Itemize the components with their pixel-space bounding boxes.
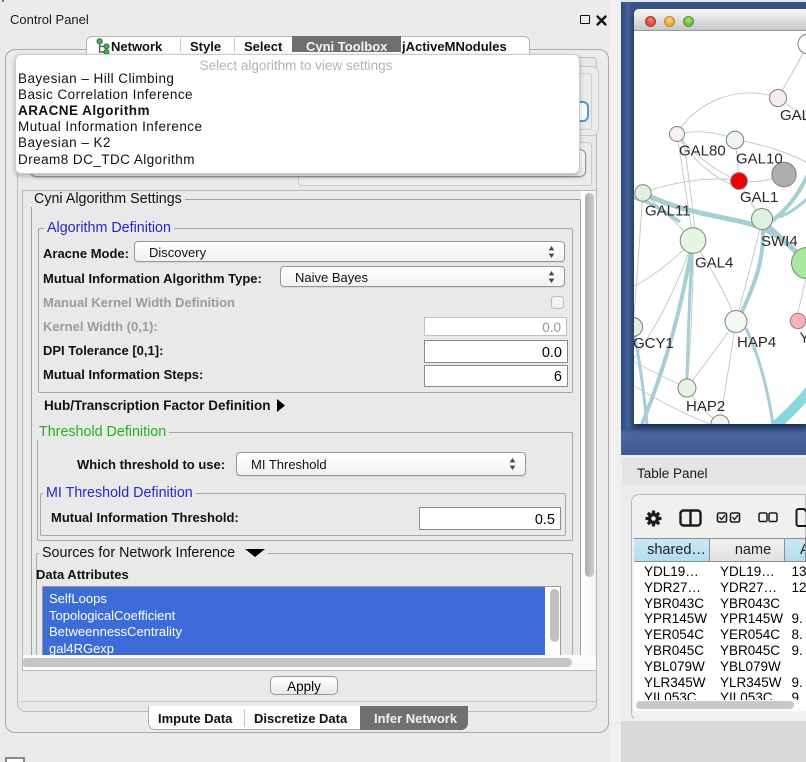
svg-text:GCY1: GCY1 (634, 335, 674, 352)
svg-text:GAL2: GAL2 (780, 107, 806, 124)
svg-text:GAL10: GAL10 (736, 151, 783, 168)
svg-text:HAP4: HAP4 (737, 334, 776, 351)
svg-text:GAL11: GAL11 (645, 203, 691, 220)
svg-text:GAL80: GAL80 (679, 143, 726, 160)
svg-text:YJ: YJ (800, 330, 806, 347)
svg-text:GAL4: GAL4 (695, 255, 733, 272)
svg-text:SWI4: SWI4 (761, 233, 798, 250)
svg-text:GAL1: GAL1 (740, 189, 778, 206)
svg-text:HAP2: HAP2 (686, 398, 725, 415)
